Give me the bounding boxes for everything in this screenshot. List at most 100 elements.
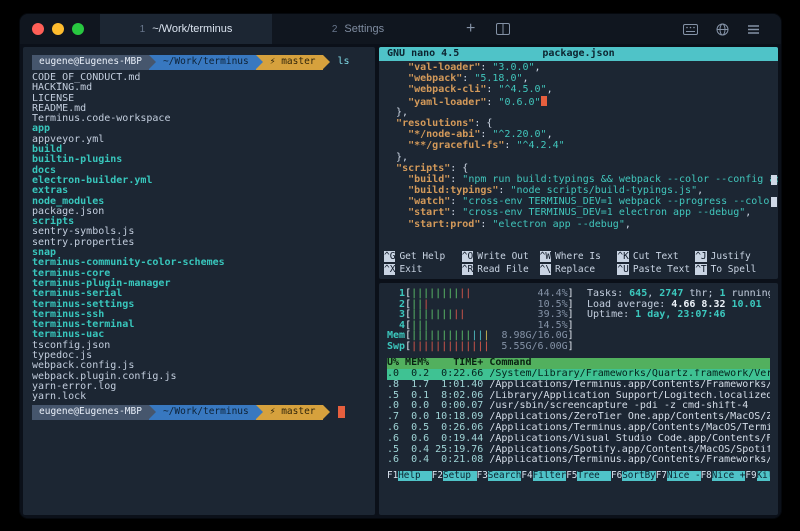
process-row[interactable]: .5 0.1 8:02.06 /Library/Application Supp… bbox=[387, 391, 770, 402]
fkey-nice-[interactable]: F7Nice - bbox=[656, 471, 701, 482]
new-tab-button[interactable]: + bbox=[454, 14, 487, 44]
prompt-user-segment: eugene@Eugenes-MBP bbox=[32, 55, 149, 70]
tab-list: 1 ~/Work/terminus 2 Settings bbox=[100, 14, 444, 44]
process-row[interactable]: .0 0.0 0:00.07 /usr/sbin/screencapture -… bbox=[387, 401, 770, 412]
powerline-arrow bbox=[323, 55, 330, 70]
process-row[interactable]: .0 0.2 0:22.66 /System/Library/Framework… bbox=[387, 369, 770, 380]
nano-editor-content: "val-loader": "3.0.0", "webpack": "5.18.… bbox=[379, 61, 778, 230]
powerline-arrow bbox=[149, 55, 156, 70]
powerline-arrow bbox=[323, 405, 330, 420]
process-row[interactable]: .7 0.0 10:18.09 /Applications/ZeroTier O… bbox=[387, 412, 770, 423]
nano-shortcut[interactable]: ^OWrite Out bbox=[462, 251, 540, 262]
fkey-kill[interactable]: F9Kill bbox=[745, 471, 770, 482]
right-column: GNU nano 4.5 package.json "val-loader": … bbox=[379, 47, 778, 515]
menu-icon[interactable] bbox=[738, 24, 769, 35]
htop-meters-area: 1[|||||||||| 44.4%] 2[||| 10.5%] 3[|||||… bbox=[387, 289, 770, 352]
fkey-help[interactable]: F1Help bbox=[387, 471, 432, 482]
file-entry: appveyor.yml bbox=[32, 135, 366, 145]
process-table-header[interactable]: U% MEM% TIME+ Command bbox=[387, 358, 770, 369]
tab-title: Settings bbox=[344, 23, 384, 35]
nano-line: }, bbox=[379, 107, 778, 118]
nano-shortcut[interactable]: ^WWhere Is bbox=[540, 251, 618, 262]
nano-cursor bbox=[541, 96, 547, 106]
git-branch-name: master bbox=[281, 57, 315, 67]
globe-icon[interactable] bbox=[707, 23, 738, 36]
prompt-git-segment: ⚡ master bbox=[263, 55, 323, 70]
file-entry: sentry.properties bbox=[32, 238, 366, 248]
nano-line: "resolutions": { bbox=[379, 118, 778, 129]
nano-line: "watch": "cross-env TERMINUS_DEV=1 webpa… bbox=[379, 196, 778, 207]
nano-shortcut[interactable]: ^TTo Spell bbox=[695, 264, 773, 275]
terminal-cursor bbox=[338, 406, 345, 418]
htop-stat-line: Uptime: 1 day, 23:07:46 bbox=[587, 310, 770, 321]
file-entry: HACKING.md bbox=[32, 83, 366, 93]
dir-entry: terminus-serial bbox=[32, 289, 366, 299]
shell-pane[interactable]: eugene@Eugenes-MBP ~/Work/terminus ⚡ maste… bbox=[23, 47, 375, 515]
nano-shortcut[interactable]: ^KCut Text bbox=[617, 251, 695, 262]
split-tab-icon[interactable] bbox=[487, 14, 519, 44]
file-entry: Terminus.code-workspace bbox=[32, 114, 366, 124]
dir-entry: electron-builder.yml bbox=[32, 176, 366, 186]
prompt-git-segment: ⚡ master bbox=[263, 405, 323, 420]
keyboard-icon[interactable] bbox=[674, 24, 707, 35]
prompt-path-segment: ~/Work/terminus bbox=[156, 55, 256, 70]
tab-settings[interactable]: 2 Settings bbox=[272, 14, 444, 44]
process-row[interactable]: .6 0.6 0:19.44 /Applications/Visual Stud… bbox=[387, 434, 770, 445]
tab-index: 1 bbox=[140, 24, 146, 35]
nano-shortcut[interactable]: ^XExit bbox=[384, 264, 462, 275]
close-window-button[interactable] bbox=[32, 23, 44, 35]
shell-prompt: eugene@Eugenes-MBP ~/Work/terminus ⚡ maste… bbox=[32, 55, 366, 70]
process-row[interactable]: .8 1.7 1:01.40 /Applications/Terminus.ap… bbox=[387, 380, 770, 391]
powerline-arrow bbox=[149, 405, 156, 420]
tab-title: ~/Work/terminus bbox=[152, 23, 232, 35]
nano-shortcut-bar: ^GGet Help^OWrite Out^WWhere Is^KCut Tex… bbox=[379, 251, 778, 275]
git-branch-icon: ⚡ bbox=[270, 407, 281, 417]
htop-stat-line: Load average: 4.66 8.32 10.01 bbox=[587, 300, 770, 311]
nano-line: "val-loader": "3.0.0", bbox=[379, 62, 778, 73]
nano-line: "start:prod": "electron app --debug", bbox=[379, 219, 778, 230]
nano-file-name: package.json bbox=[379, 48, 778, 59]
zoom-window-button[interactable] bbox=[72, 23, 84, 35]
file-entry: yarn.lock bbox=[32, 392, 366, 402]
fkey-filter[interactable]: F4Filter bbox=[521, 471, 566, 482]
nano-line: "build": "npm run build:typings && webpa… bbox=[379, 174, 778, 185]
nano-line: "yaml-loader": "0.6.0" bbox=[379, 96, 778, 107]
cpu-mem-meters: 1[|||||||||| 44.4%] 2[||| 10.5%] 3[|||||… bbox=[387, 289, 579, 352]
prompt-path-segment: ~/Work/terminus bbox=[156, 405, 256, 420]
nano-line: "scripts": { bbox=[379, 163, 778, 174]
nano-shortcut[interactable]: ^RRead File bbox=[462, 264, 540, 275]
fkey-setup[interactable]: F2Setup bbox=[432, 471, 477, 482]
window-controls bbox=[20, 14, 100, 44]
tab-index: 2 bbox=[332, 24, 338, 35]
process-row[interactable]: .6 0.5 0:26.06 /Applications/Terminus.ap… bbox=[387, 423, 770, 434]
terminal-window: 1 ~/Work/terminus 2 Settings + eugene@Eugen… bbox=[19, 13, 782, 519]
fkey-search[interactable]: F3Search bbox=[477, 471, 522, 482]
nano-shortcut[interactable]: ^GGet Help bbox=[384, 251, 462, 262]
line-wrap-marker bbox=[771, 197, 777, 207]
minimize-window-button[interactable] bbox=[52, 23, 64, 35]
nano-shortcut[interactable]: ^UPaste Text bbox=[617, 264, 695, 275]
htop-pane[interactable]: 1[|||||||||| 44.4%] 2[||| 10.5%] 3[|||||… bbox=[379, 283, 778, 515]
process-row[interactable]: .6 0.4 0:21.08 /Applications/Terminus.ap… bbox=[387, 455, 770, 466]
git-branch-name: master bbox=[281, 407, 315, 417]
powerline-arrow bbox=[256, 55, 263, 70]
fkey-tree[interactable]: F5Tree bbox=[566, 471, 611, 482]
nano-pane[interactable]: GNU nano 4.5 package.json "val-loader": … bbox=[379, 47, 778, 279]
fkey-nice-[interactable]: F8Nice + bbox=[701, 471, 746, 482]
tab-work-terminus[interactable]: 1 ~/Work/terminus bbox=[100, 14, 272, 44]
git-branch-icon: ⚡ bbox=[270, 57, 281, 67]
fkey-sortby[interactable]: F6SortBy bbox=[611, 471, 656, 482]
nano-line: }, bbox=[379, 152, 778, 163]
htop-stat-line: Tasks: 645, 2747 thr; 1 running bbox=[587, 289, 770, 300]
nano-line: "build:typings": "node scripts/build-typ… bbox=[379, 185, 778, 196]
tab-bar: 1 ~/Work/terminus 2 Settings + bbox=[20, 14, 781, 44]
process-row[interactable]: .5 0.4 25:19.76 /Applications/Spotify.ap… bbox=[387, 445, 770, 456]
nano-shortcut[interactable]: ^\Replace bbox=[540, 264, 618, 275]
line-wrap-marker bbox=[771, 175, 777, 185]
nano-shortcut[interactable]: ^JJustify bbox=[695, 251, 773, 262]
nano-line: "**/graceful-fs": "^4.2.4" bbox=[379, 140, 778, 151]
shell-prompt: eugene@Eugenes-MBP~/Work/terminus⚡ maste… bbox=[32, 405, 366, 420]
nano-line: "start": "cross-env TERMINUS_DEV=1 elect… bbox=[379, 207, 778, 218]
htop-stats: Tasks: 645, 2747 thr; 1 runningLoad aver… bbox=[587, 289, 770, 352]
htop-fkey-bar: F1Help F2Setup F3SearchF4FilterF5Tree F6… bbox=[387, 471, 770, 482]
